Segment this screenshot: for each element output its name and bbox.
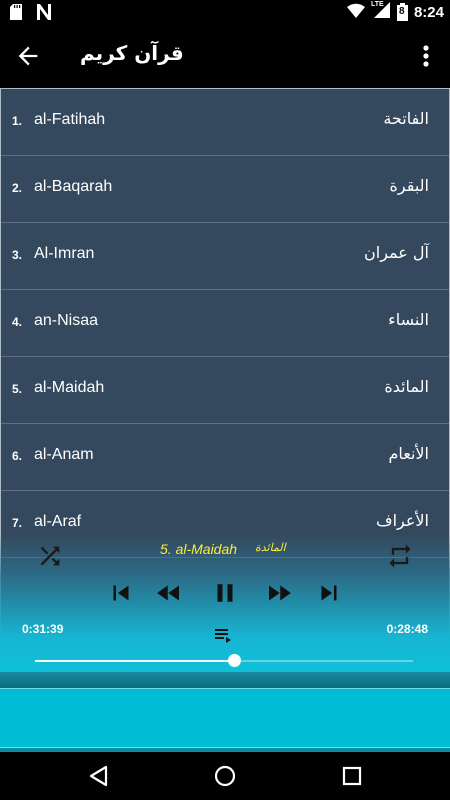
- rewind-button[interactable]: [152, 578, 186, 608]
- seek-progress: [35, 660, 235, 662]
- nav-home-icon: [214, 765, 236, 787]
- skip-next-button[interactable]: [312, 578, 346, 608]
- surah-arabic-name: آل عمران: [364, 243, 429, 262]
- surah-number: 1.: [12, 114, 23, 128]
- status-time: 8:24: [413, 3, 444, 21]
- surah-arabic-name: الأعراف: [376, 511, 429, 530]
- nav-recents-button[interactable]: [340, 764, 364, 788]
- more-vert-icon: [423, 45, 429, 67]
- nav-back-icon: [89, 765, 108, 787]
- pause-button[interactable]: [208, 578, 242, 608]
- surah-arabic-name: الأنعام: [388, 444, 429, 463]
- battery-icon: 8: [396, 3, 408, 21]
- battery-level: 8: [398, 6, 405, 17]
- time-elapsed: 0:31:39: [22, 622, 64, 636]
- status-bar: LTE 8 8:24: [0, 0, 450, 24]
- surah-name: al-Anam: [34, 446, 94, 463]
- nav-back-button[interactable]: [87, 764, 111, 788]
- list-item[interactable]: 5. al-Maidah المائدة: [1, 357, 449, 424]
- seek-bar[interactable]: [35, 654, 413, 667]
- playlist-button[interactable]: [209, 623, 239, 647]
- list-item[interactable]: 1. al-Fatihah الفاتحة: [1, 89, 449, 156]
- skip-previous-icon: [113, 585, 129, 601]
- back-button[interactable]: [14, 42, 42, 70]
- app-bar: قرآن كريم: [0, 24, 450, 88]
- list-item[interactable]: 6. al-Anam الأنعام: [1, 424, 449, 491]
- list-item[interactable]: 2. al-Baqarah البقرة: [1, 156, 449, 223]
- shuffle-button[interactable]: [36, 542, 64, 570]
- nav-recents-icon: [342, 766, 362, 786]
- surah-name: al-Maidah: [34, 379, 105, 396]
- list-item[interactable]: 3. Al-Imran آل عمران: [1, 223, 449, 290]
- network-label: LTE: [370, 1, 384, 8]
- arrow-back-icon: [18, 46, 38, 66]
- surah-name: Al-Imran: [34, 245, 95, 262]
- signal-icon: LTE: [370, 1, 391, 22]
- status-notifications: [10, 4, 52, 24]
- status-system: LTE 8 8:24: [346, 1, 444, 22]
- repeat-icon: [389, 544, 411, 568]
- surah-number: 2.: [12, 181, 23, 195]
- seek-thumb[interactable]: [228, 654, 242, 667]
- overflow-menu-button[interactable]: [416, 42, 436, 70]
- page-title: قرآن كريم: [80, 41, 184, 65]
- rewind-icon: [157, 585, 179, 601]
- now-playing-title: 5. al-Maidah: [160, 541, 238, 557]
- n-notification-icon: [36, 4, 52, 24]
- surah-name: an-Nisaa: [34, 312, 99, 329]
- time-remaining: 0:28:48: [386, 622, 428, 636]
- system-nav-bar: [0, 752, 450, 800]
- wifi-icon: [346, 3, 365, 22]
- pause-icon: [217, 584, 233, 602]
- shuffle-icon: [40, 546, 60, 566]
- repeat-button[interactable]: [386, 542, 414, 570]
- surah-arabic-name: الفاتحة: [383, 109, 429, 128]
- banner-area: [0, 688, 450, 748]
- surah-name: al-Fatihah: [34, 111, 106, 128]
- surah-name: al-Araf: [34, 513, 82, 530]
- surah-number: 6.: [12, 449, 23, 463]
- surah-number: 7.: [12, 516, 23, 530]
- now-playing-arabic: المائدة: [255, 541, 286, 554]
- nav-home-button[interactable]: [213, 764, 237, 788]
- sd-card-icon: [10, 4, 24, 24]
- surah-arabic-name: النساء: [388, 310, 429, 329]
- fast-forward-icon: [269, 585, 291, 601]
- skip-next-icon: [321, 585, 337, 601]
- surah-number: 5.: [12, 382, 23, 396]
- fast-forward-button[interactable]: [262, 578, 296, 608]
- surah-name: al-Baqarah: [34, 178, 113, 195]
- surah-number: 4.: [12, 315, 23, 329]
- surah-arabic-name: المائدة: [384, 377, 429, 396]
- playlist-icon: [215, 629, 231, 643]
- surah-arabic-name: البقرة: [389, 176, 429, 195]
- player-bottom-edge: [0, 672, 450, 688]
- surah-number: 3.: [12, 248, 23, 262]
- skip-previous-button[interactable]: [104, 578, 138, 608]
- list-item[interactable]: 4. an-Nisaa النساء: [1, 290, 449, 357]
- audio-player: 5. al-Maidah المائدة 0:31:39 0:28:48: [0, 535, 450, 672]
